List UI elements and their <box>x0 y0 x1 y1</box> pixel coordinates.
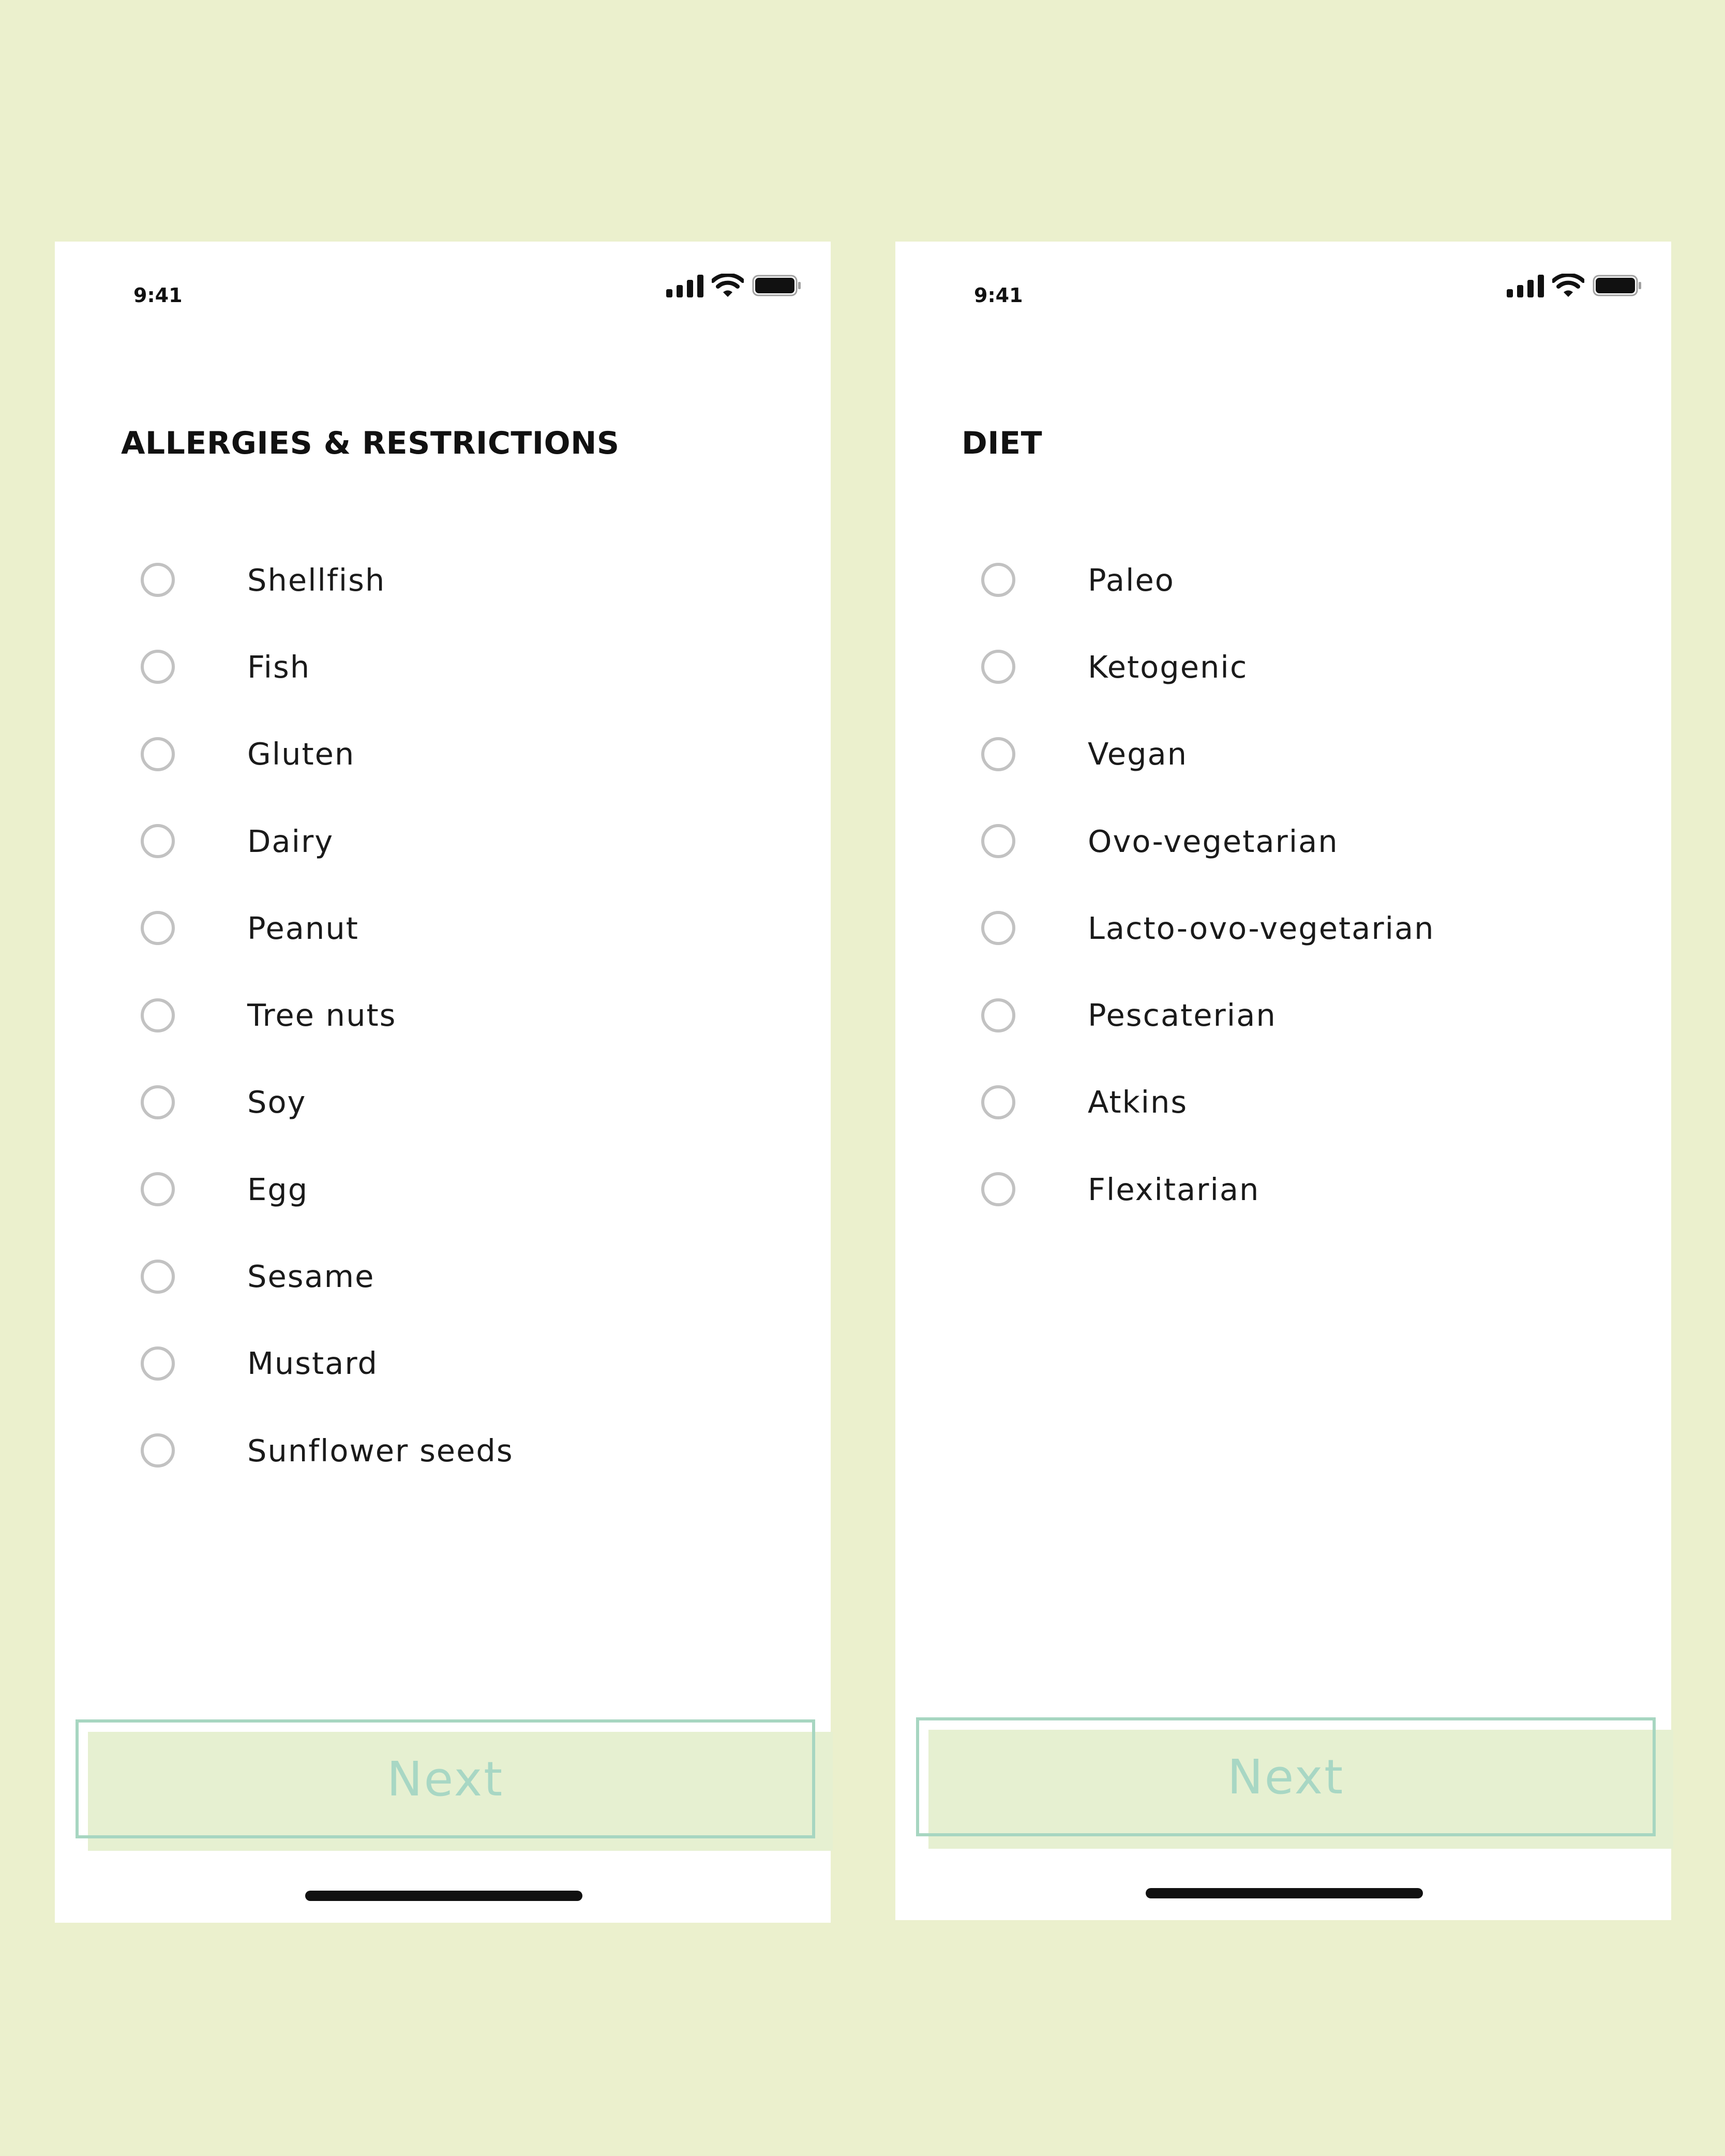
option-label: Shellfish <box>247 562 386 598</box>
option-label: Tree nuts <box>247 997 397 1034</box>
option-atkins[interactable]: Atkins <box>895 1059 1671 1146</box>
status-time: 9:41 <box>974 284 1023 307</box>
option-flexitarian[interactable]: Flexitarian <box>895 1146 1671 1233</box>
next-button-label: Next <box>1227 1749 1345 1805</box>
option-label: Ovo-vegetarian <box>1088 823 1339 859</box>
status-time: 9:41 <box>133 284 183 307</box>
option-vegan[interactable]: Vegan <box>895 711 1671 798</box>
option-label: Atkins <box>1088 1084 1188 1120</box>
radio-button[interactable] <box>141 650 175 684</box>
option-label: Gluten <box>247 736 355 772</box>
option-label: Mustard <box>247 1345 378 1382</box>
next-button-container: Next <box>76 1719 833 1851</box>
option-pescaterian[interactable]: Pescaterian <box>895 971 1671 1058</box>
radio-button[interactable] <box>141 563 175 597</box>
option-label: Paleo <box>1088 562 1175 598</box>
option-tree-nuts[interactable]: Tree nuts <box>55 971 831 1058</box>
page-title: DIET <box>962 425 1043 461</box>
home-indicator <box>1146 1888 1423 1898</box>
home-indicator <box>305 1891 582 1901</box>
radio-button[interactable] <box>981 911 1015 946</box>
option-dairy[interactable]: Dairy <box>55 798 831 885</box>
option-label: Soy <box>247 1084 307 1120</box>
option-lacto-ovo-vegetarian[interactable]: Lacto-ovo-vegetarian <box>895 885 1671 971</box>
battery-icon <box>752 274 802 297</box>
radio-button[interactable] <box>141 824 175 859</box>
radio-button[interactable] <box>141 1433 175 1468</box>
radio-button[interactable] <box>981 650 1015 684</box>
radio-button[interactable] <box>141 1346 175 1381</box>
option-label: Lacto-ovo-vegetarian <box>1088 910 1435 946</box>
option-label: Vegan <box>1088 736 1188 772</box>
option-gluten[interactable]: Gluten <box>55 711 831 798</box>
radio-button[interactable] <box>981 563 1015 597</box>
allergy-options-list: Shellfish Fish Gluten Dairy Peanut Tree … <box>55 536 831 1494</box>
option-egg[interactable]: Egg <box>55 1146 831 1233</box>
option-label: Sunflower seeds <box>247 1432 514 1469</box>
option-ketogenic[interactable]: Ketogenic <box>895 623 1671 710</box>
diet-screen: 9:41 DIET Paleo Ketogenic Vegan Ovo-vege… <box>895 242 1673 1920</box>
option-label: Egg <box>247 1171 309 1207</box>
next-button[interactable]: Next <box>76 1719 815 1838</box>
battery-icon <box>1593 274 1642 297</box>
option-fish[interactable]: Fish <box>55 623 831 710</box>
signal-bars-icon <box>666 274 703 297</box>
radio-button[interactable] <box>141 737 175 771</box>
option-soy[interactable]: Soy <box>55 1059 831 1146</box>
next-button-container: Next <box>916 1717 1673 1849</box>
wifi-icon <box>712 274 744 297</box>
radio-button[interactable] <box>141 911 175 946</box>
option-label: Peanut <box>247 910 359 946</box>
next-button[interactable]: Next <box>916 1717 1656 1836</box>
option-mustard[interactable]: Mustard <box>55 1320 831 1407</box>
status-icons <box>1507 274 1642 297</box>
option-peanut[interactable]: Peanut <box>55 885 831 971</box>
option-label: Dairy <box>247 823 334 859</box>
option-sesame[interactable]: Sesame <box>55 1233 831 1320</box>
page-title: ALLERGIES & RESTRICTIONS <box>121 425 620 461</box>
wifi-icon <box>1552 274 1584 297</box>
option-ovo-vegetarian[interactable]: Ovo-vegetarian <box>895 798 1671 885</box>
option-label: Ketogenic <box>1088 649 1248 685</box>
radio-button[interactable] <box>981 737 1015 771</box>
next-button-label: Next <box>386 1751 504 1807</box>
option-label: Fish <box>247 649 311 685</box>
option-paleo[interactable]: Paleo <box>895 536 1671 623</box>
radio-button[interactable] <box>141 998 175 1032</box>
signal-bars-icon <box>1507 274 1544 297</box>
radio-button[interactable] <box>981 1172 1015 1207</box>
option-label: Sesame <box>247 1259 375 1295</box>
option-sunflower-seeds[interactable]: Sunflower seeds <box>55 1407 831 1494</box>
option-label: Flexitarian <box>1088 1171 1260 1207</box>
radio-button[interactable] <box>981 1085 1015 1119</box>
status-icons <box>666 274 802 297</box>
diet-options-list: Paleo Ketogenic Vegan Ovo-vegetarian Lac… <box>895 536 1671 1233</box>
radio-button[interactable] <box>141 1085 175 1119</box>
radio-button[interactable] <box>141 1172 175 1207</box>
radio-button[interactable] <box>981 824 1015 859</box>
option-shellfish[interactable]: Shellfish <box>55 536 831 623</box>
radio-button[interactable] <box>981 998 1015 1032</box>
option-label: Pescaterian <box>1088 997 1277 1034</box>
radio-button[interactable] <box>141 1259 175 1294</box>
allergies-screen: 9:41 ALLERGIES & RESTRICTIONS Shellfish … <box>55 242 833 1923</box>
